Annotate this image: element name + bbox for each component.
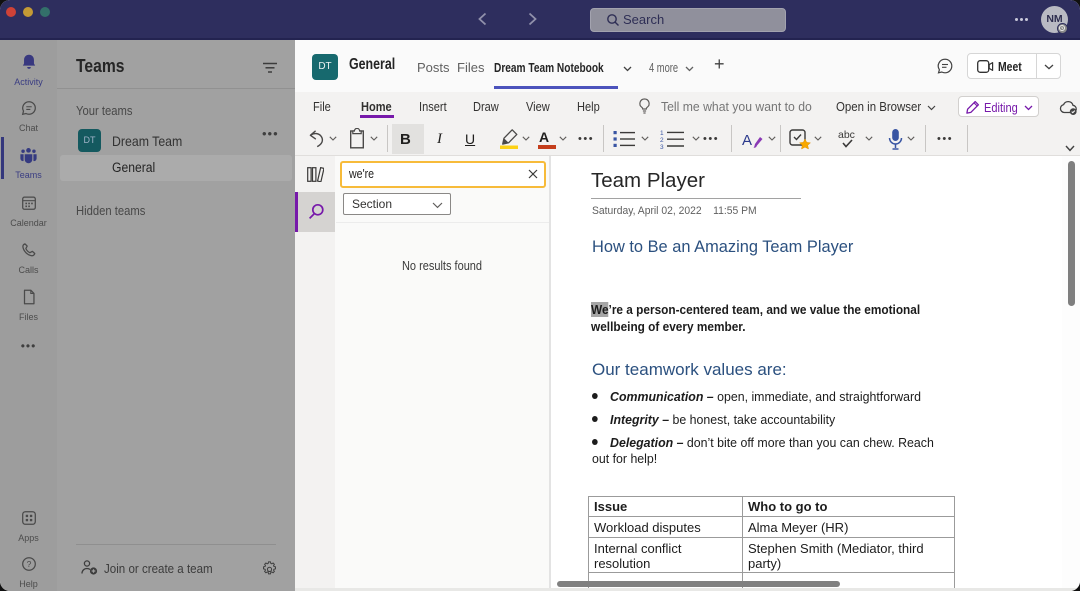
svg-text:3: 3 — [660, 144, 664, 149]
svg-text:abc: abc — [838, 129, 855, 141]
svg-text:A: A — [742, 132, 752, 149]
svg-text:?: ? — [26, 559, 31, 569]
svg-text:1: 1 — [660, 130, 664, 137]
svg-text:2: 2 — [660, 137, 664, 144]
